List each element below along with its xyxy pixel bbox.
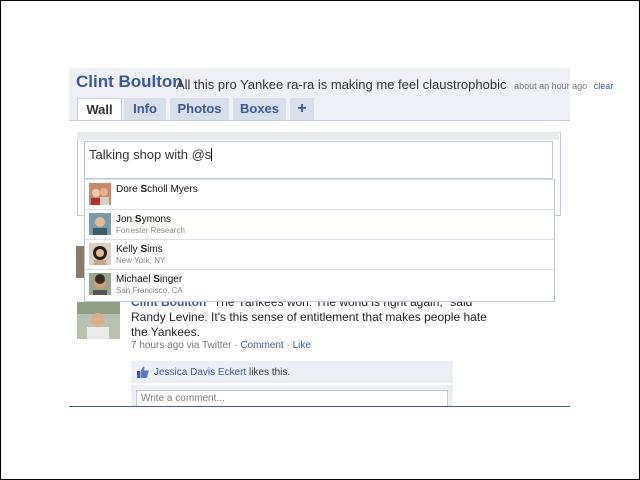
avatar	[89, 273, 111, 295]
tab-boxes[interactable]: Boxes	[233, 98, 286, 120]
post-author-avatar[interactable]	[77, 302, 120, 339]
liker-link[interactable]: Jessica Davis Eckert	[154, 367, 246, 378]
status-composer-input[interactable]: Talking shop with @s	[84, 141, 553, 179]
tab-photos[interactable]: Photos	[170, 98, 229, 120]
composer-text: Talking shop with @s	[89, 147, 212, 162]
status-line: All this pro Yankee ra-ra is making me f…	[176, 77, 613, 92]
status-time: about an hour ago	[514, 81, 588, 91]
comment-input[interactable]: Write a comment...	[136, 390, 448, 407]
post-meta: 7 hours ago via Twitter · Comment · Like	[131, 340, 311, 351]
avatar	[89, 183, 111, 205]
suggestion-detail: San Francisco, CA	[116, 286, 183, 295]
tab-info[interactable]: Info	[124, 98, 166, 120]
feed-avatar-partial	[76, 246, 84, 278]
suggestion-item[interactable]: Dore Scholl Myers	[85, 179, 554, 210]
status-text: All this pro Yankee ra-ra is making me f…	[176, 77, 507, 92]
publisher-top-strip	[77, 132, 559, 140]
bottom-divider	[69, 406, 570, 407]
suggestion-name: Kelly Sims	[116, 244, 163, 255]
tab-divider	[69, 120, 570, 121]
avatar	[89, 243, 111, 265]
profile-name[interactable]: Clint Boulton	[76, 72, 183, 92]
comment-link[interactable]: Comment	[240, 340, 283, 351]
suggestion-item[interactable]: Jon Symons Forrester Research	[85, 209, 554, 240]
suggestion-name: Dore Scholl Myers	[116, 184, 198, 195]
suggestion-detail: New York, NY	[116, 256, 166, 265]
text-caret	[211, 148, 213, 161]
likes-summary: Jessica Davis Eckert likes this.	[154, 367, 291, 378]
mention-suggestions: Dore Scholl Myers Jon Symons Forrester R…	[84, 179, 555, 302]
thumbs-up-icon	[137, 366, 149, 378]
avatar	[89, 213, 111, 235]
suggestion-item[interactable]: Kelly Sims New York, NY	[85, 239, 554, 270]
suggestion-detail: Forrester Research	[116, 226, 185, 235]
suggestion-name: Michael Singer	[116, 274, 183, 285]
clear-status-link[interactable]: clear	[594, 81, 614, 91]
suggestion-item[interactable]: Michael Singer San Francisco, CA	[85, 269, 554, 300]
like-link[interactable]: Like	[293, 340, 311, 351]
add-tab-button[interactable]: +	[290, 98, 314, 120]
tab-wall[interactable]: Wall	[77, 98, 122, 121]
suggestion-name: Jon Symons	[116, 214, 172, 225]
post-time: 7 hours ago via Twitter	[131, 340, 232, 351]
